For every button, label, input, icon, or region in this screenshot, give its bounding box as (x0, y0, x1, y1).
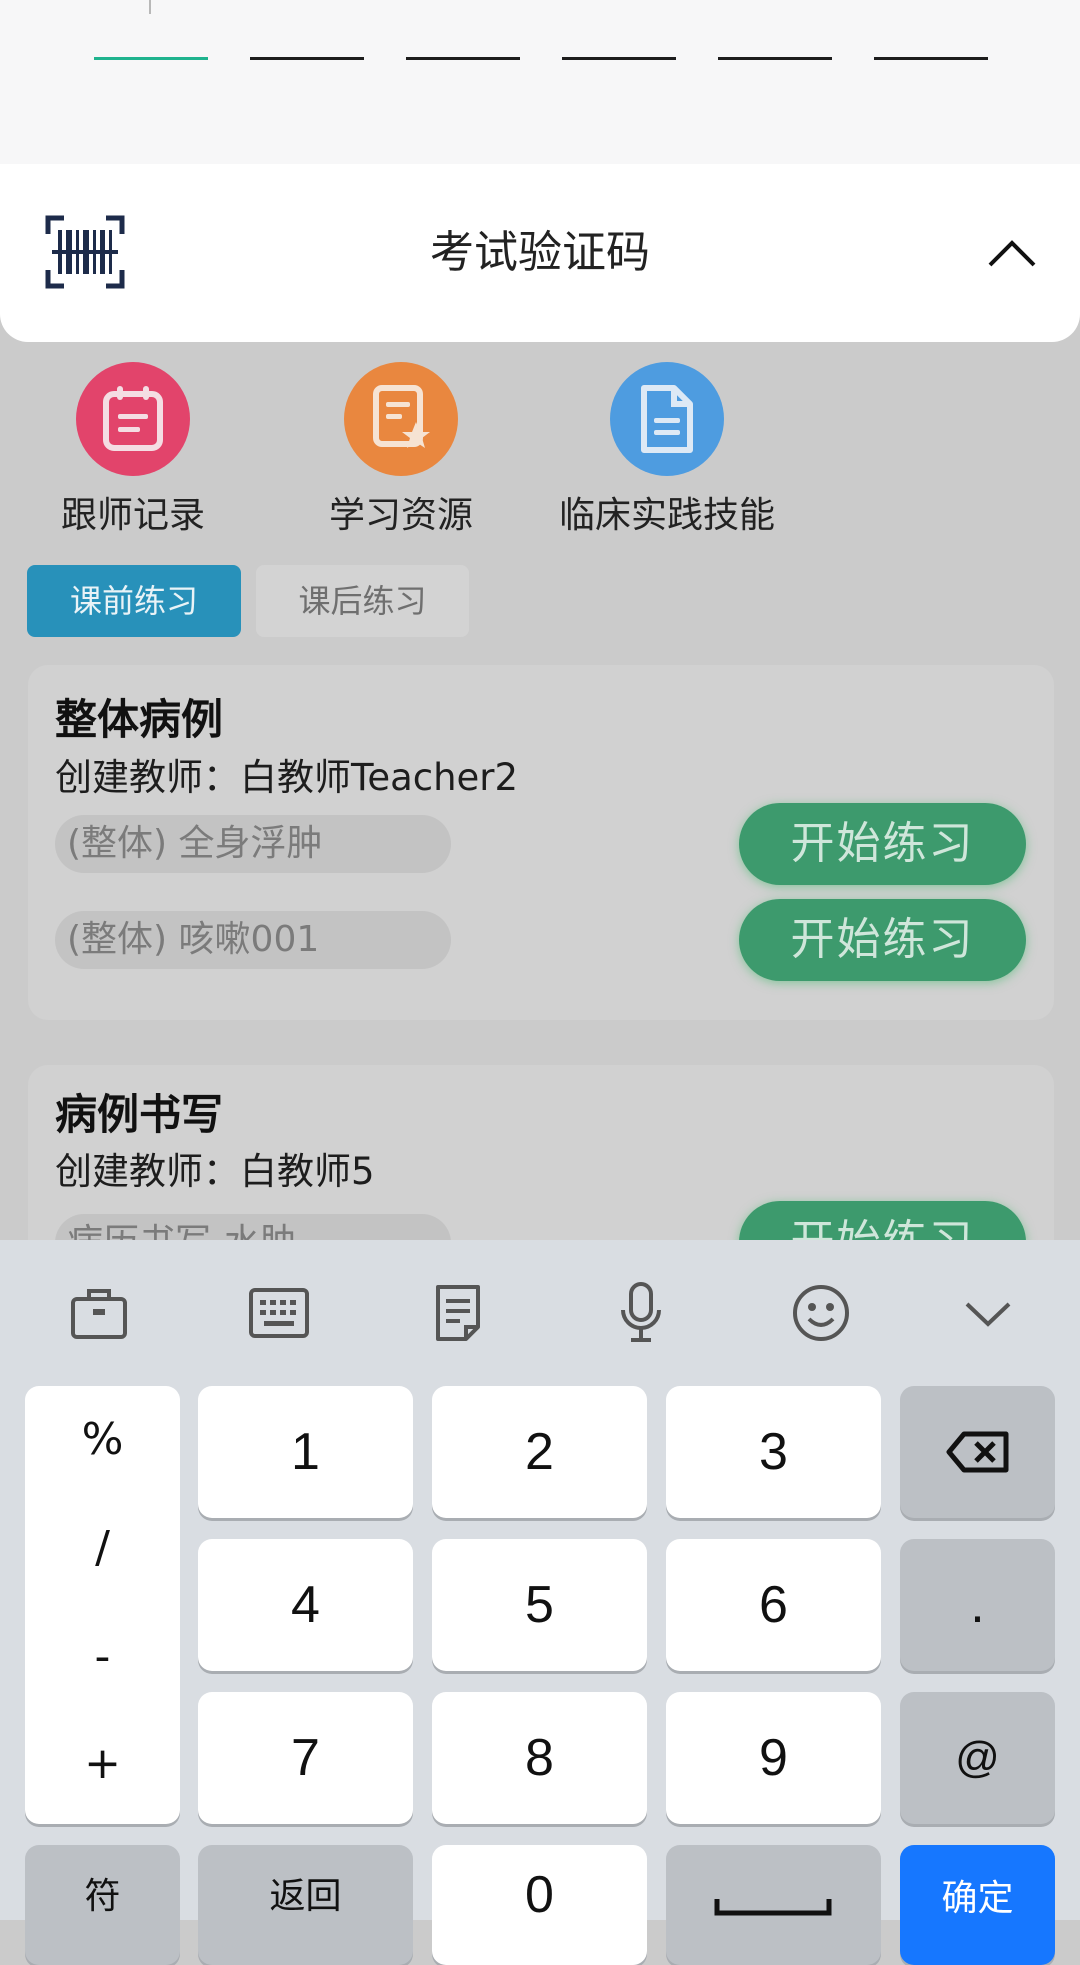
key-0[interactable]: 0 (432, 1845, 647, 1965)
clipboard-icon[interactable] (426, 1280, 492, 1346)
feature-learning-resources[interactable]: 学习资源 (266, 362, 536, 540)
at-key[interactable]: @ (900, 1692, 1055, 1824)
case-card: 整体病例 创建教师：白教师Teacher2 (整体) 全身浮肿 开始练习 (整体… (28, 665, 1054, 1020)
key-5[interactable]: 5 (432, 1539, 647, 1671)
card-teacher: 创建教师：白教师Teacher2 (55, 756, 519, 799)
dot-key[interactable]: . (900, 1539, 1055, 1671)
tab-pre-class[interactable]: 课前练习 (27, 565, 241, 637)
feature-label: 临床实践技能 (558, 495, 775, 536)
code-slot-3[interactable] (406, 57, 520, 60)
code-slot-4[interactable] (562, 57, 676, 60)
symbol-plus-key[interactable]: + (25, 1738, 180, 1789)
symbol-slash-key[interactable]: / (25, 1522, 180, 1573)
space-icon (714, 1899, 832, 1916)
emoji-icon[interactable] (788, 1280, 854, 1346)
card-title: 整体病例 (55, 695, 224, 744)
code-slot-1[interactable] (94, 57, 208, 60)
symbol-switch-key[interactable]: 符 (25, 1845, 180, 1965)
card-title: 病例书写 (55, 1090, 224, 1139)
key-2[interactable]: 2 (432, 1386, 647, 1518)
backspace-icon (946, 1431, 1008, 1473)
text-caret (149, 0, 151, 14)
case-name: (整体) 全身浮肿 (55, 815, 451, 873)
card-teacher: 创建教师：白教师5 (55, 1150, 375, 1193)
verification-title: 考试验证码 (430, 227, 650, 278)
keyboard-icon[interactable] (246, 1280, 312, 1346)
calendar-note-icon (76, 362, 190, 476)
space-key[interactable] (666, 1845, 881, 1965)
chevron-up-icon[interactable] (986, 233, 1038, 273)
start-practice-button[interactable]: 开始练习 (739, 899, 1026, 981)
verification-code-input[interactable] (0, 0, 1080, 164)
symbol-minus-key[interactable]: - (25, 1631, 180, 1682)
start-practice-button[interactable]: 开始练习 (739, 803, 1026, 885)
symbol-percent-key[interactable]: % (25, 1414, 180, 1465)
symbol-column: % / - + (25, 1386, 180, 1824)
key-3[interactable]: 3 (666, 1386, 881, 1518)
key-8[interactable]: 8 (432, 1692, 647, 1824)
document-icon (610, 362, 724, 476)
code-slot-6[interactable] (874, 57, 988, 60)
feature-clinical-skills[interactable]: 临床实践技能 (532, 362, 802, 540)
back-key[interactable]: 返回 (198, 1845, 413, 1965)
key-1[interactable]: 1 (198, 1386, 413, 1518)
code-slot-2[interactable] (250, 57, 364, 60)
feature-follow-teacher[interactable]: 跟师记录 (0, 362, 268, 540)
case-name: (整体) 咳嗽001 (55, 911, 451, 969)
key-4[interactable]: 4 (198, 1539, 413, 1671)
chevron-down-icon[interactable] (955, 1280, 1021, 1346)
toolbox-icon[interactable] (66, 1280, 132, 1346)
microphone-icon[interactable] (608, 1280, 674, 1346)
feature-label: 跟师记录 (60, 495, 205, 536)
key-9[interactable]: 9 (666, 1692, 881, 1824)
document-star-icon (344, 362, 458, 476)
feature-label: 学习资源 (328, 495, 473, 536)
confirm-key[interactable]: 确定 (900, 1845, 1055, 1965)
key-6[interactable]: 6 (666, 1539, 881, 1671)
key-7[interactable]: 7 (198, 1692, 413, 1824)
backspace-key[interactable] (900, 1386, 1055, 1518)
tab-post-class[interactable]: 课后练习 (256, 565, 469, 637)
code-slot-5[interactable] (718, 57, 832, 60)
